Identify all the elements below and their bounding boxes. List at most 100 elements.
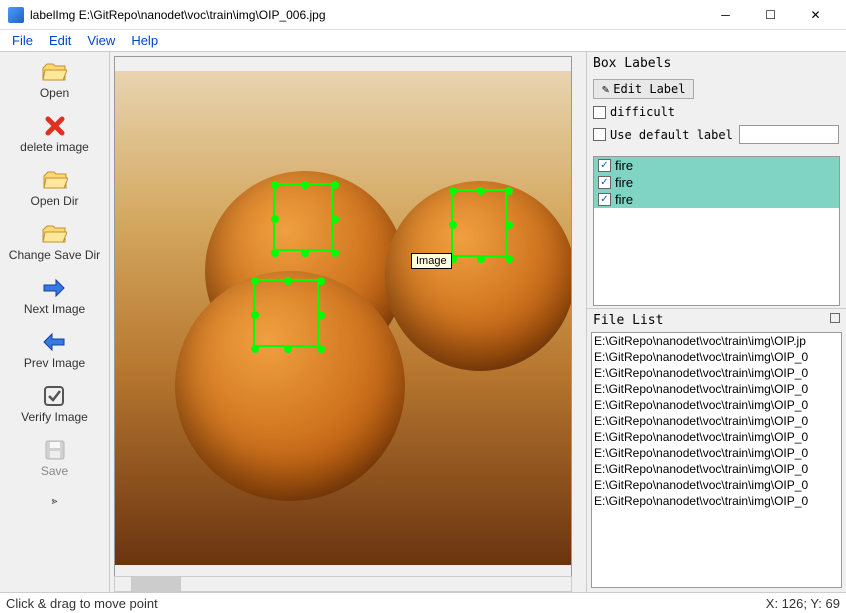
edit-label-button[interactable]: ✎Edit Label — [593, 79, 694, 99]
label-item[interactable]: ✓ fire — [594, 191, 839, 208]
folder-save-icon — [40, 222, 68, 246]
close-button[interactable]: ✕ — [793, 0, 838, 30]
menu-file[interactable]: File — [4, 33, 41, 48]
delete-image-button[interactable]: delete image — [20, 114, 89, 154]
change-save-dir-button[interactable]: Change Save Dir — [9, 222, 100, 262]
bounding-box[interactable] — [273, 183, 333, 251]
next-label: Next Image — [24, 302, 85, 316]
bbox-handle[interactable] — [271, 215, 279, 223]
prev-label: Prev Image — [24, 356, 85, 370]
menubar: File Edit View Help — [0, 30, 846, 52]
menu-view[interactable]: View — [79, 33, 123, 48]
canvas-hscrollbar[interactable] — [114, 576, 572, 592]
label-checkbox[interactable]: ✓ — [598, 159, 611, 172]
app-icon — [8, 7, 24, 23]
file-item[interactable]: E:\GitRepo\nanodet\voc\train\img\OIP_0 — [592, 365, 841, 381]
bbox-handle[interactable] — [449, 221, 457, 229]
save-button[interactable]: Save — [41, 438, 69, 478]
file-item[interactable]: E:\GitRepo\nanodet\voc\train\img\OIP_0 — [592, 461, 841, 477]
left-toolbar: Open delete image Open Dir Change Save D… — [0, 52, 110, 592]
arrow-right-icon — [40, 276, 68, 300]
bbox-handle[interactable] — [449, 187, 457, 195]
status-coords: X: 126; Y: 69 — [766, 596, 840, 611]
bbox-handle[interactable] — [301, 249, 309, 257]
delete-label: delete image — [20, 140, 89, 154]
file-item[interactable]: E:\GitRepo\nanodet\voc\train\img\OIP_0 — [592, 493, 841, 509]
file-item[interactable]: E:\GitRepo\nanodet\voc\train\img\OIP_0 — [592, 445, 841, 461]
bbox-handle[interactable] — [271, 249, 279, 257]
minimize-button[interactable]: ─ — [703, 0, 748, 30]
bbox-handle[interactable] — [505, 255, 513, 263]
opendir-label: Open Dir — [30, 194, 78, 208]
bbox-handle[interactable] — [477, 255, 485, 263]
right-panel: Box Labels ✎Edit Label difficult Use def… — [586, 52, 846, 592]
label-name: fire — [615, 175, 633, 190]
bbox-handle[interactable] — [251, 345, 259, 353]
menu-help[interactable]: Help — [123, 33, 166, 48]
label-item[interactable]: ✓ fire — [594, 157, 839, 174]
verify-image-button[interactable]: Verify Image — [21, 384, 88, 424]
bbox-handle[interactable] — [317, 311, 325, 319]
file-item[interactable]: E:\GitRepo\nanodet\voc\train\img\OIP.jp — [592, 333, 841, 349]
bbox-handle[interactable] — [271, 181, 279, 189]
maximize-button[interactable]: ☐ — [748, 0, 793, 30]
label-list[interactable]: ✓ fire ✓ fire ✓ fire — [593, 156, 840, 306]
folder-icon — [41, 168, 69, 192]
bounding-box[interactable] — [451, 189, 507, 257]
bbox-handle[interactable] — [505, 221, 513, 229]
toolbar-overflow-icon[interactable]: ⪢ — [52, 496, 58, 507]
titlebar: labelImg E:\GitRepo\nanodet\voc\train\im… — [0, 0, 846, 30]
dock-icon[interactable] — [830, 313, 840, 323]
file-item[interactable]: E:\GitRepo\nanodet\voc\train\img\OIP_0 — [592, 397, 841, 413]
next-image-button[interactable]: Next Image — [24, 276, 85, 316]
bbox-handle[interactable] — [251, 311, 259, 319]
canvas-area: Image — [110, 52, 586, 592]
delete-icon — [41, 114, 69, 138]
default-label-input[interactable] — [739, 125, 839, 144]
bbox-handle[interactable] — [477, 187, 485, 195]
arrow-left-icon — [40, 330, 68, 354]
label-checkbox[interactable]: ✓ — [598, 193, 611, 206]
bbox-handle[interactable] — [317, 345, 325, 353]
changesave-label: Change Save Dir — [9, 248, 100, 262]
window-title: labelImg E:\GitRepo\nanodet\voc\train\im… — [30, 8, 703, 22]
statusbar: Click & drag to move point X: 126; Y: 69 — [0, 592, 846, 613]
label-name: fire — [615, 158, 633, 173]
bbox-handle[interactable] — [301, 181, 309, 189]
difficult-label: difficult — [610, 105, 675, 119]
image-canvas[interactable]: Image — [114, 56, 572, 580]
use-default-label-checkbox[interactable] — [593, 128, 606, 141]
bbox-handle[interactable] — [284, 277, 292, 285]
bbox-handle[interactable] — [331, 215, 339, 223]
box-labels-title: Box Labels — [587, 52, 846, 75]
use-default-label-text: Use default label — [610, 128, 733, 142]
label-name: fire — [615, 192, 633, 207]
status-hint: Click & drag to move point — [6, 596, 158, 611]
file-item[interactable]: E:\GitRepo\nanodet\voc\train\img\OIP_0 — [592, 349, 841, 365]
bbox-handle[interactable] — [251, 277, 259, 285]
open-label: Open — [40, 86, 69, 100]
open-dir-button[interactable]: Open Dir — [30, 168, 78, 208]
menu-edit[interactable]: Edit — [41, 33, 79, 48]
save-label: Save — [41, 464, 68, 478]
file-item[interactable]: E:\GitRepo\nanodet\voc\train\img\OIP_0 — [592, 429, 841, 445]
file-list[interactable]: E:\GitRepo\nanodet\voc\train\img\OIP.jpE… — [591, 332, 842, 588]
bbox-handle[interactable] — [331, 181, 339, 189]
bounding-box[interactable] — [253, 279, 319, 347]
difficult-checkbox[interactable] — [593, 106, 606, 119]
loaded-image — [115, 71, 572, 565]
bbox-handle[interactable] — [317, 277, 325, 285]
open-button[interactable]: Open — [40, 60, 69, 100]
folder-open-icon — [40, 60, 68, 84]
verify-label: Verify Image — [21, 410, 88, 424]
label-item[interactable]: ✓ fire — [594, 174, 839, 191]
file-list-title: File List — [587, 308, 846, 332]
file-item[interactable]: E:\GitRepo\nanodet\voc\train\img\OIP_0 — [592, 477, 841, 493]
bbox-handle[interactable] — [331, 249, 339, 257]
label-checkbox[interactable]: ✓ — [598, 176, 611, 189]
file-item[interactable]: E:\GitRepo\nanodet\voc\train\img\OIP_0 — [592, 381, 841, 397]
file-item[interactable]: E:\GitRepo\nanodet\voc\train\img\OIP_0 — [592, 413, 841, 429]
bbox-handle[interactable] — [284, 345, 292, 353]
bbox-handle[interactable] — [505, 187, 513, 195]
prev-image-button[interactable]: Prev Image — [24, 330, 85, 370]
